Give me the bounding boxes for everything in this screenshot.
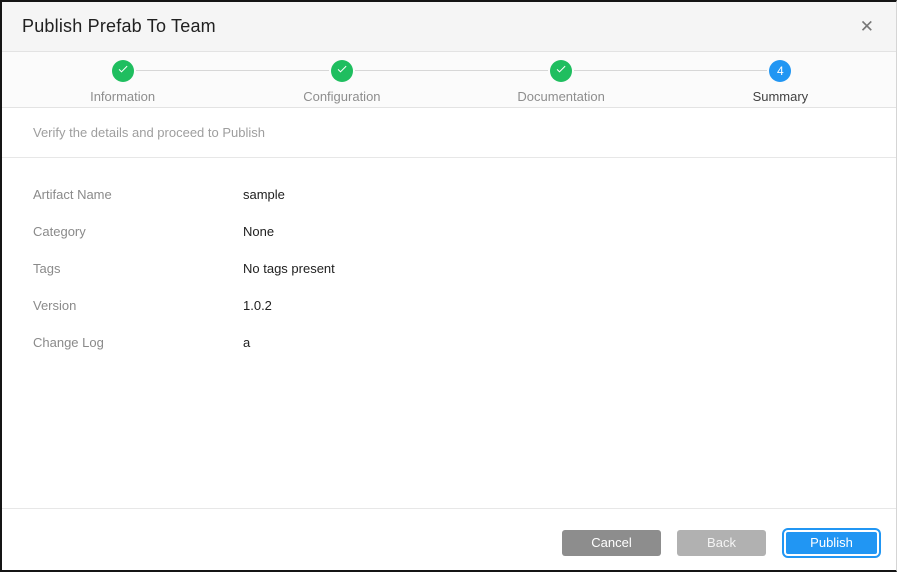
check-icon [555, 62, 567, 80]
step-number-circle: 4 [769, 60, 791, 82]
step-done-circle [550, 60, 572, 82]
step-label: Documentation [517, 89, 604, 104]
field-value: sample [243, 184, 285, 206]
field-value: No tags present [243, 258, 335, 280]
field-label: Change Log [33, 332, 243, 354]
field-row-artifact-name: Artifact Name sample [33, 184, 896, 206]
step-done-circle [331, 60, 353, 82]
step-label: Summary [753, 89, 809, 104]
stepper-step-information[interactable]: Information [13, 52, 232, 107]
field-row-change-log: Change Log a [33, 332, 896, 354]
subtitle-bar: Verify the details and proceed to Publis… [2, 108, 896, 158]
step-label: Information [90, 89, 155, 104]
stepper-step-summary[interactable]: 4 Summary [671, 52, 890, 107]
field-row-category: Category None [33, 221, 896, 243]
dialog-header: Publish Prefab To Team ✕ [2, 2, 896, 52]
field-value: None [243, 221, 274, 243]
field-row-tags: Tags No tags present [33, 258, 896, 280]
stepper-step-configuration[interactable]: Configuration [232, 52, 451, 107]
stepper-step-documentation[interactable]: Documentation [452, 52, 671, 107]
close-icon[interactable]: ✕ [858, 14, 876, 39]
publish-button[interactable]: Publish [784, 530, 879, 556]
check-icon [117, 62, 129, 80]
field-value: 1.0.2 [243, 295, 272, 317]
summary-fields: Artifact Name sample Category None Tags … [2, 158, 896, 508]
dialog-title: Publish Prefab To Team [22, 16, 216, 37]
field-label: Version [33, 295, 243, 317]
step-done-circle [112, 60, 134, 82]
field-label: Category [33, 221, 243, 243]
step-label: Configuration [303, 89, 380, 104]
wizard-stepper: Information Configuration Documentation … [2, 52, 896, 108]
cancel-button[interactable]: Cancel [562, 530, 661, 556]
check-icon [336, 62, 348, 80]
field-label: Tags [33, 258, 243, 280]
publish-prefab-dialog: Publish Prefab To Team ✕ Information Con… [0, 0, 897, 572]
field-row-version: Version 1.0.2 [33, 295, 896, 317]
dialog-footer: Cancel Back Publish [2, 508, 896, 570]
field-value: a [243, 332, 250, 354]
back-button[interactable]: Back [677, 530, 766, 556]
subtitle-text: Verify the details and proceed to Publis… [33, 125, 265, 140]
field-label: Artifact Name [33, 184, 243, 206]
